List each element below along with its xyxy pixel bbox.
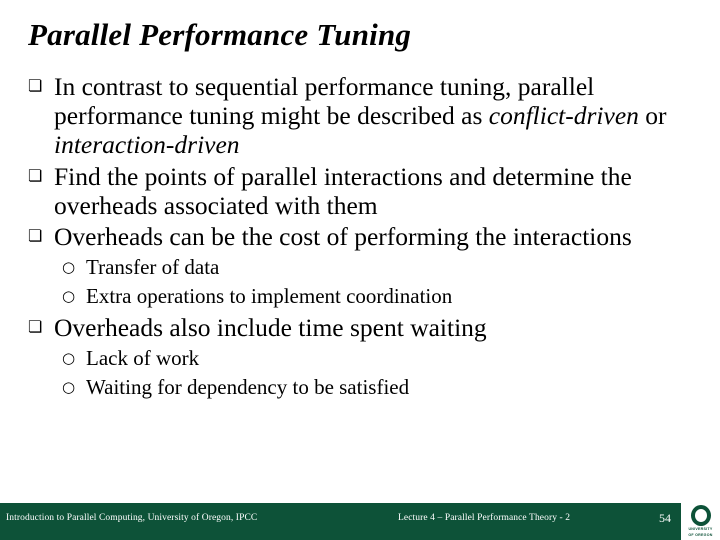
sub-bullet-text: Waiting for dependency to be satisfied	[86, 374, 410, 399]
circle-bullet-icon: ○	[62, 258, 76, 277]
sub-bullet-text: Extra operations to implement coordinati…	[86, 283, 453, 308]
logo-caption-line1: UNIVERSITY	[688, 527, 713, 531]
circle-bullet-icon: ○	[62, 377, 76, 396]
logo-caption-line2: OF OREGON	[688, 532, 713, 537]
bullet-item-contrast-tuning: ❏ In contrast to sequential performance …	[0, 72, 720, 160]
bullet-text: Overheads also include time spent waitin…	[54, 312, 487, 342]
bullet-text: Overheads can be the cost of performing …	[54, 221, 632, 251]
square-bullet-icon: ❏	[28, 225, 43, 245]
circle-bullet-icon: ○	[62, 286, 76, 305]
bullet-segment-italic: interaction-driven	[54, 130, 240, 160]
bullet-segment: or	[638, 101, 667, 131]
bullet-item-overheads-cost: ❏ Overheads can be the cost of performin…	[0, 222, 720, 251]
bullet-segment-italic: conflict-driven	[488, 101, 639, 131]
circle-bullet-icon: ○	[62, 348, 76, 367]
sub-bullet-item-transfer-of-data: ○ Transfer of data	[0, 255, 720, 280]
sub-bullet-text: Transfer of data	[86, 255, 220, 280]
slide-canvas: Parallel Performance Tuning ❏ In contras…	[0, 0, 720, 540]
sub-bullet-text: Lack of work	[86, 345, 200, 370]
square-bullet-icon: ❏	[28, 316, 43, 336]
bullet-list: ❏ In contrast to sequential performance …	[0, 72, 720, 399]
footer-lecture-label: Lecture 4 – Parallel Performance Theory …	[398, 513, 571, 523]
bullet-item-overheads-waiting: ❏ Overheads also include time spent wait…	[0, 313, 720, 342]
bullet-text: Find the points of parallel interactions…	[54, 161, 632, 220]
sub-bullet-item-extra-operations: ○ Extra operations to implement coordina…	[0, 284, 720, 309]
sub-bullet-list-overheads-cost: ○ Transfer of data ○ Extra operations to…	[0, 255, 720, 309]
bullet-text: In contrast to sequential performance tu…	[54, 72, 720, 160]
sub-bullet-item-lack-of-work: ○ Lack of work	[0, 346, 720, 371]
footer-course-label: Introduction to Parallel Computing, Univ…	[6, 513, 258, 523]
bullet-item-find-points: ❏ Find the points of parallel interactio…	[0, 162, 720, 220]
page-title: Parallel Performance Tuning	[28, 17, 412, 52]
university-logo: UNIVERSITY OF OREGON	[681, 503, 720, 540]
slide-body: ❏ In contrast to sequential performance …	[0, 72, 720, 403]
square-bullet-icon: ❏	[28, 165, 43, 185]
uo-o-icon	[690, 505, 711, 526]
sub-bullet-item-waiting-dependency: ○ Waiting for dependency to be satisfied	[0, 375, 720, 400]
square-bullet-icon: ❏	[28, 76, 43, 95]
sub-bullet-list-overheads-waiting: ○ Lack of work ○ Waiting for dependency …	[0, 346, 720, 400]
footer-page-number: 54	[659, 511, 671, 525]
